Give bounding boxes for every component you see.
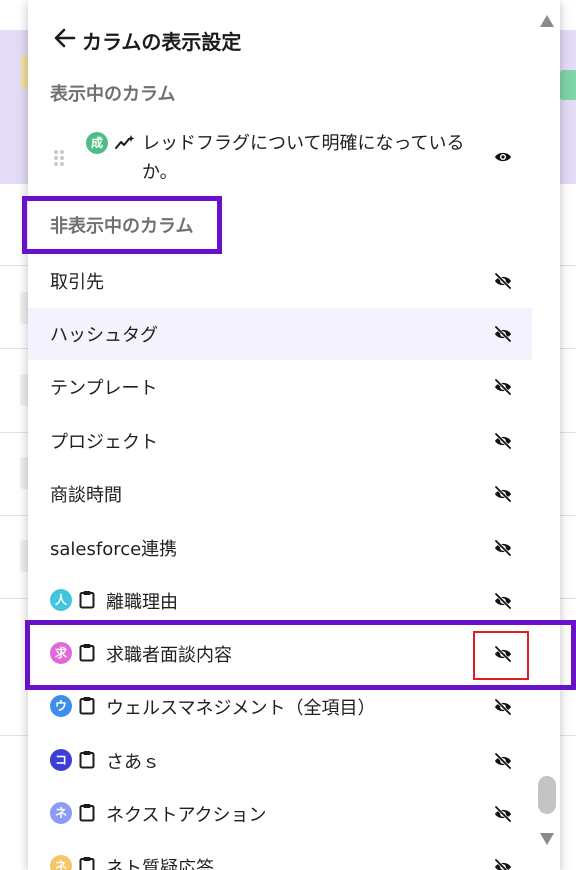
column-label: さあｓ	[106, 752, 160, 773]
hidden-column-row[interactable]: テンプレート	[28, 361, 532, 413]
hidden-column-row[interactable]: コ さあｓ	[28, 735, 532, 787]
clipboard-icon	[79, 804, 95, 822]
eye-off-icon[interactable]	[494, 805, 512, 823]
scroll-down-arrow-icon[interactable]	[539, 832, 555, 846]
background-tag	[560, 70, 576, 100]
column-label: プロジェクト	[50, 432, 158, 453]
panel-title: カラムの表示設定	[82, 30, 242, 54]
visible-column-label: レッドフラグについて明確になっている	[142, 133, 465, 154]
annotation-frame-eye-toggle	[473, 631, 529, 680]
visible-column-label-continued: か。	[142, 162, 178, 183]
eye-off-icon[interactable]	[494, 378, 512, 396]
column-badge: ネ	[50, 802, 72, 824]
column-label: ネト質疑応答	[106, 858, 214, 870]
hidden-column-row[interactable]: 商談時間	[28, 468, 532, 520]
eye-off-icon[interactable]	[494, 272, 512, 290]
arrow-left-icon	[54, 28, 76, 48]
eye-off-icon[interactable]	[494, 592, 512, 610]
annotation-frame-hidden-heading	[22, 196, 222, 254]
eye-off-icon[interactable]	[494, 539, 512, 557]
scrollbar-thumb[interactable]	[538, 776, 556, 814]
eye-off-icon[interactable]	[494, 858, 512, 870]
column-settings-panel: カラムの表示設定 表示中のカラム 成 レッドフラグについて明確になっている か。…	[28, 0, 560, 870]
clipboard-icon	[79, 751, 95, 769]
column-badge: ウ	[50, 695, 72, 717]
hidden-column-row[interactable]: プロジェクト	[28, 415, 532, 467]
column-badge: 人	[50, 589, 72, 611]
eye-off-icon[interactable]	[494, 485, 512, 503]
hidden-column-row[interactable]: ハッシュタグ	[28, 308, 532, 360]
back-button[interactable]	[52, 24, 78, 52]
hidden-column-row[interactable]: ネ ネクストアクション	[28, 788, 532, 840]
scroll-up-arrow-icon[interactable]	[539, 14, 555, 28]
clipboard-icon	[79, 697, 95, 715]
visible-column-item[interactable]: 成 レッドフラグについて明確になっている か。	[86, 126, 536, 186]
column-badge: ネ	[50, 855, 72, 870]
column-label: 離職理由	[106, 592, 178, 613]
column-label: ネクストアクション	[106, 805, 267, 826]
clipboard-icon	[79, 857, 95, 870]
eye-icon[interactable]	[494, 150, 512, 164]
column-badge: 成	[86, 132, 108, 154]
column-label: テンプレート	[50, 378, 158, 399]
eye-off-icon[interactable]	[494, 325, 512, 343]
hidden-column-row[interactable]: salesforce連携	[28, 522, 532, 574]
column-badge: コ	[50, 749, 72, 771]
hidden-column-row-partial[interactable]: ネ ネト質疑応答	[28, 841, 532, 870]
drag-handle-icon[interactable]	[54, 150, 66, 168]
column-label: ハッシュタグ	[50, 325, 158, 346]
column-label: 商談時間	[50, 485, 122, 506]
hidden-column-row[interactable]: 取引先	[28, 255, 532, 307]
clipboard-icon	[79, 591, 95, 609]
eye-off-icon[interactable]	[494, 432, 512, 450]
visible-columns-heading: 表示中のカラム	[50, 84, 176, 105]
eye-off-icon[interactable]	[494, 698, 512, 716]
sparkle-chart-icon	[115, 135, 135, 149]
panel-header: カラムの表示設定	[28, 0, 560, 80]
eye-off-icon[interactable]	[494, 752, 512, 770]
column-label: ウェルスマネジメント（全項目）	[106, 698, 376, 719]
column-label: 取引先	[50, 272, 104, 293]
column-label: salesforce連携	[50, 539, 178, 560]
